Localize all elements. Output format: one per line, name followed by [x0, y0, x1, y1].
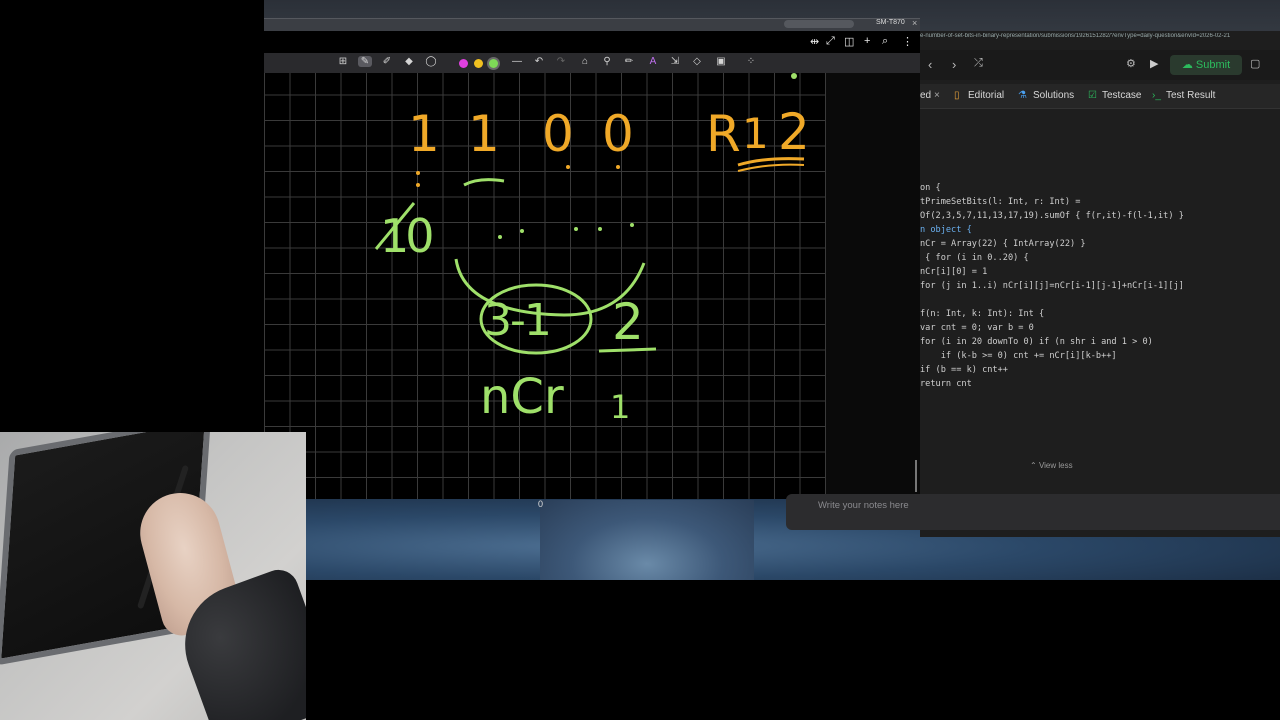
notes-app-window: ⇹ ⤢ ◫ + ⌕ ⋮ ⊞ ✎ ✐ ◆ ◯ — ↶ ↷ ⌂ ⚲ ✏ A ⇲ ◇ … — [264, 31, 920, 499]
submit-label: Submit — [1195, 59, 1231, 71]
view-less-label: View less — [1038, 461, 1073, 470]
tab-close-icon[interactable]: × — [934, 90, 940, 101]
notes-input[interactable]: Write your notes here — [818, 500, 909, 511]
text-box-tool-icon[interactable]: ⊞ — [336, 56, 350, 67]
tab-testcase[interactable]: Testcase — [1102, 90, 1141, 101]
debug-icon[interactable]: ⚙ — [1126, 57, 1136, 70]
code-line: nCr = Array(22) { IntArray(22) } — [920, 239, 1086, 249]
run-icon[interactable]: ▶ — [1150, 57, 1158, 70]
undo-icon[interactable]: ↶ — [532, 56, 546, 67]
color-swatch-green[interactable] — [489, 59, 498, 68]
tab-editorial[interactable]: Editorial — [968, 90, 1004, 101]
pen-tool-icon[interactable]: ✎ — [358, 56, 372, 67]
expand-icon[interactable]: ⤢ — [826, 35, 835, 48]
handwriting-strokes — [374, 73, 805, 355]
split-view-icon[interactable]: ⇹ — [810, 35, 819, 48]
drawing-toolbar: ⊞ ✎ ✐ ◆ ◯ — ↶ ↷ ⌂ ⚲ ✏ A ⇲ ◇ ▣ ⁘ — [264, 53, 920, 74]
next-problem-icon[interactable]: › — [952, 57, 956, 72]
code-line: return cnt — [920, 379, 972, 389]
code-line: if (k-b >= 0) cnt += nCr[i][k-b++] — [920, 351, 1117, 361]
page-view-icon[interactable]: ◫ — [844, 35, 854, 48]
stroke-width-icon[interactable]: — — [510, 56, 524, 67]
code-line: Of(2,3,5,7,11,13,17,19).sumOf { f(r,it)-… — [920, 211, 1184, 221]
tab-description-partial[interactable]: ed — [920, 90, 931, 101]
submit-button[interactable]: ☁ Submit — [1170, 55, 1242, 75]
chevron-up-icon: ⌃ — [1030, 461, 1039, 470]
webcam-overlay — [0, 432, 306, 720]
code-line: n object { — [920, 225, 972, 235]
tag-icon[interactable]: ◇ — [690, 56, 704, 67]
cloud-upload-icon: ☁ — [1181, 59, 1196, 71]
wallpaper-highlight — [540, 500, 754, 580]
scrollbar[interactable] — [915, 460, 917, 492]
shuffle-icon[interactable]: ⤮ — [974, 57, 983, 70]
code-line: var cnt = 0; var b = 0 — [920, 323, 1034, 333]
tab-solutions[interactable]: Solutions — [1033, 90, 1074, 101]
handwritten-ncr: nCr — [480, 369, 564, 425]
tab-test-result[interactable]: Test Result — [1166, 90, 1215, 101]
eraser-tool-icon[interactable]: ◆ — [402, 56, 416, 67]
redo-icon[interactable]: ↷ — [554, 56, 568, 67]
code-line: tPrimeSetBits(l: Int, r: Int) = — [920, 197, 1081, 207]
circled-expression: 3-1 — [484, 295, 552, 346]
checkbox-icon: ☑ — [1088, 90, 1097, 101]
status-pill — [784, 20, 854, 28]
handwriting-to-text-icon[interactable]: A — [646, 56, 660, 67]
notes-titlebar: ⇹ ⤢ ◫ + ⌕ ⋮ — [264, 31, 920, 53]
handwritten-digit: 2 — [612, 293, 644, 351]
template-icon[interactable]: ▣ — [714, 56, 728, 67]
handwritten-number: 10 — [380, 209, 435, 263]
code-line: for (j in 1..i) nCr[i][j]=nCr[i-1][j-1]+… — [920, 281, 1184, 291]
shape-tool-icon[interactable]: ⌂ — [578, 56, 592, 67]
handwritten-digit: 1 — [610, 388, 631, 426]
device-name: SM-T870 — [876, 19, 905, 26]
view-less-link[interactable]: ⌃ View less — [1030, 461, 1073, 470]
address-bar[interactable]: e-number-of-set-bits-in-binary-represent… — [920, 33, 1280, 45]
color-swatch-yellow[interactable] — [474, 59, 483, 68]
notes-icon[interactable]: ▢ — [1250, 57, 1260, 70]
code-line: nCr[i][0] = 1 — [920, 267, 988, 277]
cursor-indicator: 0 — [538, 499, 544, 509]
prev-problem-icon[interactable]: ‹ — [928, 57, 932, 72]
more-menu-icon[interactable]: ⋮ — [902, 35, 913, 48]
lasso-tool-icon[interactable]: ◯ — [424, 56, 438, 67]
code-editor[interactable]: on { tPrimeSetBits(l: Int, r: Int) = Of(… — [920, 110, 1280, 482]
code-line: { for (i in 0..20) { — [920, 253, 1029, 263]
code-line: for (i in 20 downTo 0) if (n shr i and 1… — [920, 337, 1153, 347]
color-swatch-magenta[interactable] — [459, 59, 468, 68]
canvas-margin — [826, 73, 920, 499]
fill-tool-icon[interactable]: ⚲ — [600, 56, 614, 67]
code-line: f(n: Int, k: Int): Int { — [920, 309, 1045, 319]
search-icon[interactable]: ⌕ — [882, 35, 888, 48]
highlighter-tool-icon[interactable]: ✐ — [380, 56, 394, 67]
drawing-canvas[interactable]: 1 1 0 0 R 1 2 10 3-1 2 nCr 1 — [264, 73, 826, 499]
tab-bar: ed × ▯ Editorial ⚗ Solutions ☑ Testcase … — [920, 84, 1280, 109]
close-icon[interactable]: × — [912, 18, 917, 28]
code-line: on { — [920, 183, 941, 193]
code-line: if (b == k) cnt++ — [920, 365, 1008, 375]
add-page-icon[interactable]: + — [864, 35, 870, 47]
insert-icon[interactable]: ⇲ — [668, 56, 682, 67]
book-icon: ▯ — [954, 90, 960, 101]
flask-icon: ⚗ — [1018, 90, 1027, 101]
more-tools-icon[interactable]: ⁘ — [744, 56, 758, 67]
pencil-tool-icon[interactable]: ✏ — [622, 56, 636, 67]
terminal-icon: ›_ — [1152, 90, 1161, 101]
